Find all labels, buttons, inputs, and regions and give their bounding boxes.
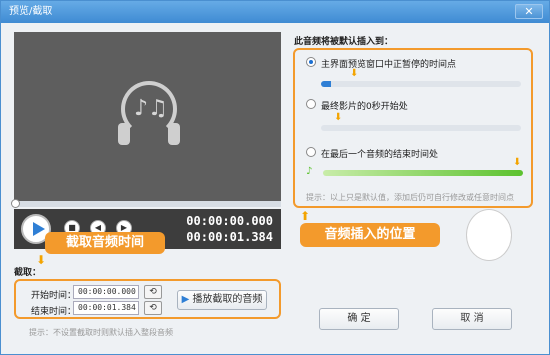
option3-radio[interactable]	[306, 147, 316, 157]
option1-marker-icon: ⬇	[350, 68, 359, 79]
option3-label[interactable]: 在最后一个音频的结束时间处	[321, 147, 438, 160]
end-time-field[interactable]: 00:00:01.384	[73, 301, 139, 315]
mascot-image	[466, 209, 512, 261]
trim-callout: 截取音频时间	[45, 232, 165, 254]
insert-hint: 提示：以上只是默认值，添加后仍可自行修改或任意时间点	[306, 193, 514, 202]
option1-radio[interactable]	[306, 57, 316, 67]
close-icon[interactable]: ✕	[515, 4, 543, 19]
option2-track	[321, 125, 521, 131]
up-arrow-icon: ⬆	[300, 209, 311, 223]
play-trimmed-label: 播放截取的音频	[192, 294, 263, 305]
preview-trim-dialog: 预览/截取 ✕ ♪♫ ⌄ ■ ◀ ▶ 00:00:00.000 00:00:01…	[0, 0, 550, 355]
time-total: 00:00:01.384	[186, 230, 273, 244]
play-trimmed-audio-button[interactable]: ▶ 播放截取的音频	[177, 290, 267, 310]
start-set-clock-icon[interactable]: ⟲	[144, 285, 162, 299]
headphone-left-ear	[118, 123, 130, 145]
end-time-label: 结束时间：	[31, 307, 77, 317]
option2-marker-icon: ⬇	[334, 112, 343, 123]
ok-button[interactable]: 确 定	[319, 308, 399, 330]
option3-track	[323, 170, 523, 176]
title-bar: 预览/截取 ✕	[1, 1, 549, 23]
start-time-field[interactable]: 00:00:00.000	[73, 285, 139, 299]
option1-track	[321, 81, 521, 87]
preview-window: ♪♫	[14, 32, 281, 201]
music-note-icon: ♪	[306, 166, 313, 177]
trim-section-label: 截取：	[14, 268, 42, 278]
insert-panel-title: 此音频将被默认插入到：	[294, 37, 394, 47]
time-current: 00:00:00.000	[186, 214, 273, 228]
headphone-right-ear	[168, 123, 180, 145]
window-title: 预览/截取	[9, 6, 53, 17]
play-icon: ▶	[181, 294, 193, 305]
trim-hint: 提示：不设置截取时则默认插入整段音频	[29, 328, 173, 337]
progress-knob[interactable]	[11, 199, 20, 208]
insert-callout: 音频插入的位置	[300, 223, 440, 247]
option3-marker-icon: ⬇	[513, 157, 522, 168]
option1-label[interactable]: 主界面预览窗口中正暂停的时间点	[321, 57, 456, 70]
music-note-icon: ♪♫	[134, 96, 168, 121]
cancel-button[interactable]: 取 消	[432, 308, 512, 330]
option2-label[interactable]: 最终影片的0秒开始处	[321, 99, 408, 112]
option2-radio[interactable]	[306, 99, 316, 109]
start-time-label: 开始时间：	[31, 291, 77, 301]
end-set-clock-icon[interactable]: ⟲	[144, 301, 162, 315]
